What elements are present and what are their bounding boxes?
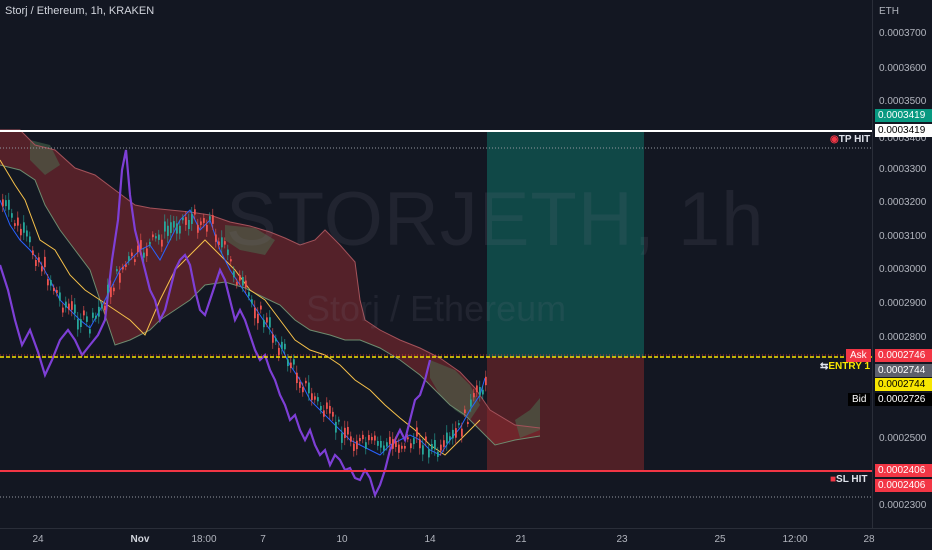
price-tick: 0.0003100: [879, 231, 927, 242]
time-tick: 14: [424, 534, 436, 545]
ask-label: Ask: [846, 349, 871, 362]
tp-price-tag: 0.0003419: [875, 124, 932, 137]
price-tick: 0.0002500: [879, 433, 927, 444]
symbol-header[interactable]: Storj / Ethereum, 1h, KRAKEN: [5, 5, 154, 17]
price-tick: 0.0002800: [879, 332, 927, 343]
price-tick: 0.0003300: [879, 164, 927, 175]
chart-window: Storj / Ethereum, 1h, KRAKEN STORJETH, 1…: [0, 0, 932, 550]
watermark-symbol: STORJETH, 1h: [226, 177, 765, 262]
time-tick: 24: [32, 534, 44, 545]
price-tick: 0.0002300: [879, 500, 927, 511]
sl-price-tag-top: 0.0002406: [875, 464, 932, 477]
time-tick: 10: [336, 534, 348, 545]
chart-pane[interactable]: Storj / Ethereum, 1h, KRAKEN STORJETH, 1…: [0, 0, 872, 528]
price-tick: 0.0002900: [879, 298, 927, 309]
time-axis[interactable]: 24 Nov 18:00 7 10 14 21 23 25 12:00 28: [0, 528, 932, 550]
tp-price-tag-top: 0.0003419: [875, 109, 932, 122]
time-tick: 25: [714, 534, 726, 545]
ask-price-tag: 0.0002746: [875, 349, 932, 362]
price-axis[interactable]: ETH 0.0003700 0.0003600 0.0003500 0.0003…: [872, 0, 932, 528]
time-tick: Nov: [130, 534, 150, 545]
time-tick: 28: [863, 534, 875, 545]
bid-price-tag: 0.0002726: [875, 393, 932, 406]
sl-label: ■SL HIT: [830, 474, 868, 485]
entry-price-tag: 0.0002744: [875, 378, 932, 391]
currency-label: ETH: [879, 6, 899, 17]
bid-label: Bid: [848, 393, 871, 406]
time-tick: 23: [616, 534, 628, 545]
price-tick: 0.0003200: [879, 197, 927, 208]
watermark-name: Storj / Ethereum: [306, 288, 567, 329]
price-tick: 0.0003000: [879, 264, 927, 275]
chart-canvas: [0, 129, 872, 498]
target-icon: ◉: [830, 134, 839, 145]
entry-label: ⇆ENTRY 1: [820, 361, 871, 372]
sl-price-tag: 0.0002406: [875, 479, 932, 492]
price-tick: 0.0003700: [879, 28, 927, 39]
loss-zone: [487, 357, 644, 471]
time-tick: 18:00: [191, 534, 217, 545]
time-tick: 7: [260, 534, 266, 545]
time-tick: 21: [515, 534, 527, 545]
last-price-tag: 0.0002744: [875, 364, 932, 377]
price-tick: 0.0003600: [879, 63, 927, 74]
tp-label: ◉TP HIT: [830, 134, 871, 145]
time-tick: 12:00: [782, 534, 808, 545]
price-tick: 0.0003500: [879, 96, 927, 107]
